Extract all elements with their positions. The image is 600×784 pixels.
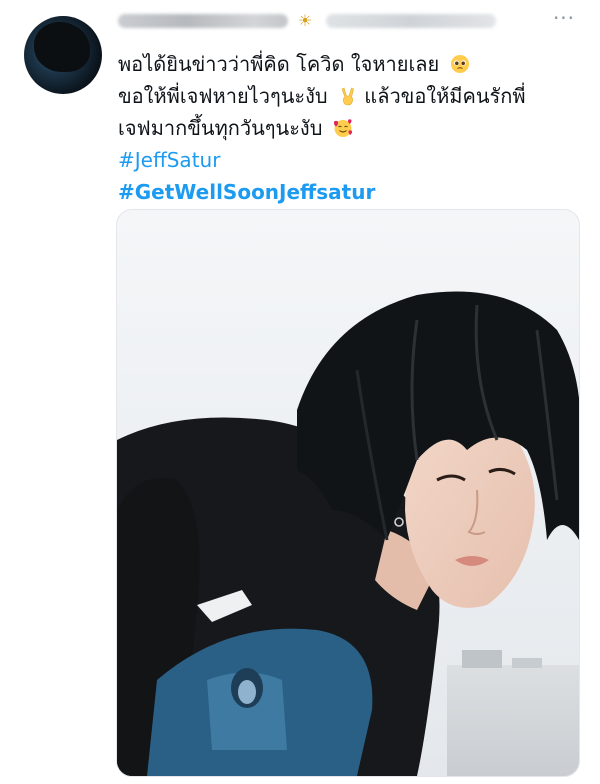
tweet-card[interactable]: ☀ ··· พอได้ยินข่าวว่าพี่คิด โควิด ใจหายเ…: [0, 0, 600, 784]
tweet-header: ☀ ···: [118, 8, 588, 34]
sun-emoji-icon: ☀: [297, 11, 313, 30]
hashtag-jeffsatur-row: #JeffSatur: [118, 144, 578, 176]
tweet-line-3: เจฟมากขึ้นทุกวันๆนะงับ: [118, 112, 578, 144]
hashtag-getwellsoon-row: #GetWellSoonJeffsatur: [118, 176, 578, 208]
victory-hand-icon: [341, 87, 354, 106]
photo-young-man-black-tshirt-icon: [117, 210, 579, 776]
pleading-face-icon: [450, 55, 469, 73]
avatar-hair: [34, 22, 90, 72]
tweet-media-photo[interactable]: [116, 209, 580, 777]
blurred-display-name[interactable]: [118, 14, 288, 28]
hashtag-jeffsatur[interactable]: #JeffSatur: [118, 145, 220, 175]
tweet-line-2: ขอให้พี่เจฟหายไวๆนะงับ แล้วขอให้มีคนรักพ…: [118, 84, 526, 108]
hashtag-getwellsoonjeffsatur[interactable]: #GetWellSoonJeffsatur: [118, 177, 375, 207]
smiling-face-with-hearts-icon: [333, 119, 352, 137]
more-options-icon[interactable]: ···: [550, 8, 578, 32]
avatar[interactable]: [24, 16, 102, 94]
blurred-handle[interactable]: [326, 14, 496, 28]
tweet-line-1: พอได้ยินข่าวว่าพี่คิด โควิด ใจหายเลย: [118, 48, 578, 80]
tweet-text: พอได้ยินข่าวว่าพี่คิด โควิด ใจหายเลย ขอใ…: [118, 48, 578, 208]
